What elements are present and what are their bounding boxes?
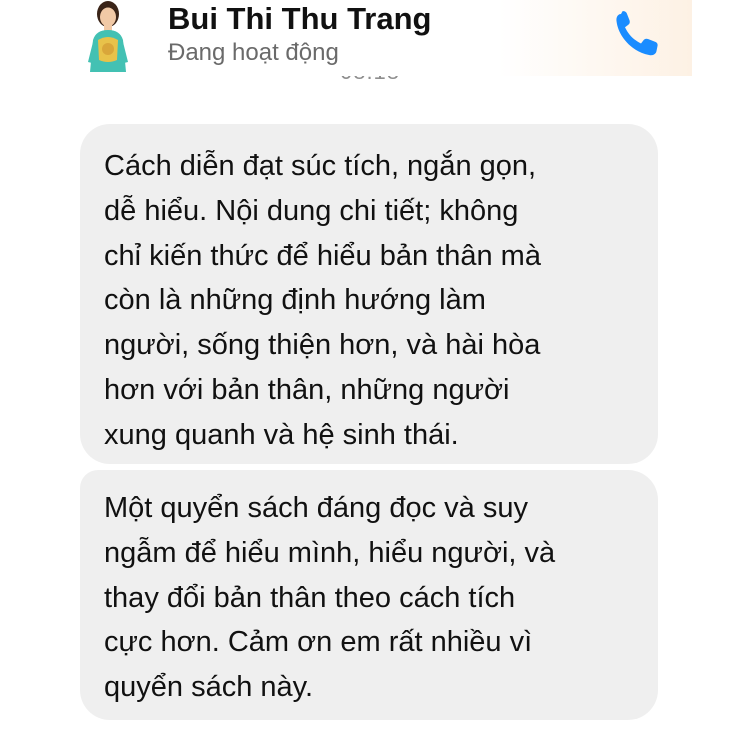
avatar-image (88, 1, 128, 72)
call-button[interactable] (608, 6, 668, 62)
phone-icon (616, 11, 658, 56)
chat-header: Bui Thi Thu Trang Đang hoạt động (0, 0, 692, 76)
message-bubble[interactable]: Một quyển sách đáng đọc và suy ngẫm để h… (80, 470, 658, 720)
contact-avatar[interactable] (82, 0, 134, 72)
chat-screen: 08:18 Bui Thi Thu Trang Đang hoạt động C… (0, 0, 750, 750)
message-bubble[interactable]: Cách diễn đạt súc tích, ngắn gọn, dễ hiể… (80, 124, 658, 464)
contact-status: Đang hoạt động (168, 39, 339, 66)
contact-name[interactable]: Bui Thi Thu Trang (168, 0, 431, 38)
